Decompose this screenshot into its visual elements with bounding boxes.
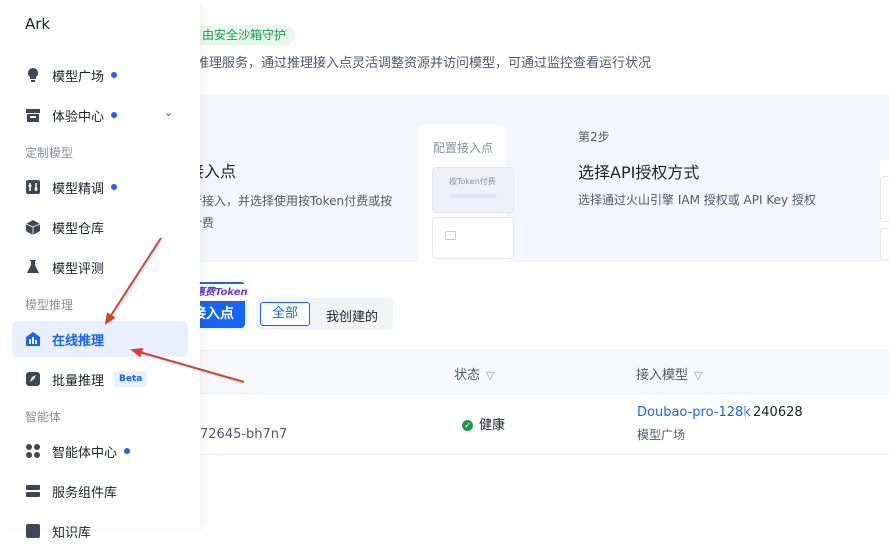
sidebar-item-batch-inference[interactable]: 批量推理 Beta xyxy=(12,361,188,397)
bulb-icon xyxy=(28,68,38,82)
auth-preview-card xyxy=(880,160,889,260)
section-title: 定制模型 xyxy=(25,146,74,160)
page-description: 推理服务，通过推理接入点灵活调整资源并访问模型，可通过监控查看运行状况 xyxy=(196,56,652,71)
column-status: 状态 ▽ xyxy=(454,364,494,383)
config-card-title: 配置接入点 xyxy=(433,141,494,155)
sidebar-item-label: 知识库 xyxy=(52,526,92,541)
step1-text: 行接入，并选择使用按Token付费或按计费 xyxy=(200,194,393,230)
sidebar-item-components[interactable]: 服务组件库 xyxy=(12,473,188,509)
step2-text: 选择通过火山引擎 IAM 授权或 API Key 授权 xyxy=(578,193,816,207)
flask-icon xyxy=(27,260,39,273)
table-header: 状态 ▽ 接入模型 ▽ xyxy=(200,350,889,394)
step2-title: 选择API授权方式 xyxy=(578,163,700,182)
divider xyxy=(745,407,746,419)
config-endpoint-card: 配置接入点 按Token付费 xyxy=(418,125,514,262)
sidebar-item-label: 模型仓库 xyxy=(52,222,105,237)
box-icon xyxy=(26,109,40,122)
rocket-icon xyxy=(26,372,40,386)
sidebar-item-label: 批量推理 xyxy=(52,374,105,389)
step2-label: 第2步 xyxy=(578,130,610,144)
sidebar-item-label: 体验中心 xyxy=(52,110,105,125)
auth-option-b xyxy=(880,228,889,260)
image-icon xyxy=(445,231,456,240)
filter-tabs: 全部 我创建的 xyxy=(256,298,393,330)
token-billing-option: 按Token付费 xyxy=(432,167,514,213)
sidebar-item-online-inference[interactable]: 在线推理 xyxy=(12,321,188,357)
agent-icon xyxy=(26,444,40,458)
status-cell: ✓ 健康 xyxy=(462,414,505,433)
sidebar-item-label: 服务组件库 xyxy=(52,486,118,501)
placeholder-bar xyxy=(449,194,497,198)
sidebar-item-experience-center[interactable]: 体验中心 ⌄ xyxy=(12,97,188,133)
token-billing-label: 按Token付费 xyxy=(449,177,496,186)
model-source: 模型广场 xyxy=(637,428,686,442)
filter-icon[interactable]: ▽ xyxy=(486,369,494,382)
sidebar-item-label: 在线推理 xyxy=(52,334,105,349)
new-dot-badge xyxy=(124,448,130,454)
sidebar-item-label: 模型广场 xyxy=(52,70,105,85)
sidebar: Ark 模型广场 体验中心 ⌄ 定制模型 模型精调 模型仓库 模型评测 模型推理… xyxy=(0,0,200,541)
check-circle-icon: ✓ xyxy=(462,420,473,431)
column-model-label: 接入模型 xyxy=(636,368,689,383)
sidebar-item-fine-tune[interactable]: 模型精调 xyxy=(12,169,188,205)
status-text: 健康 xyxy=(479,418,506,433)
section-title: 智能体 xyxy=(25,410,62,424)
sidebar-item-evaluation[interactable]: 模型评测 xyxy=(12,249,188,285)
table-row: 72645-bh7n7 ✓ 健康 Doubao-pro-128k 240628 模… xyxy=(200,393,889,455)
new-dot-badge xyxy=(111,112,117,118)
app-logo: Ark xyxy=(25,15,51,33)
sidebar-item-agent-center[interactable]: 智能体中心 xyxy=(12,433,188,469)
sandbox-badge: 由安全沙箱守护 xyxy=(188,25,296,45)
column-status-label: 状态 xyxy=(454,368,481,383)
step1-title: 接入点 xyxy=(200,162,237,181)
book-icon xyxy=(26,524,40,538)
section-title: 模型推理 xyxy=(25,298,74,312)
endpoint-id[interactable]: 72645-bh7n7 xyxy=(200,427,287,442)
sidebar-item-model-repo[interactable]: 模型仓库 xyxy=(12,209,188,245)
sidebar-item-knowledge-base[interactable]: 知识库 xyxy=(12,513,188,549)
new-dot-badge xyxy=(111,72,117,78)
onboarding-guide: 接入点 行接入，并选择使用按Token付费或按计费 配置接入点 按Token付费… xyxy=(200,95,889,262)
server-icon xyxy=(26,485,40,497)
inference-icon xyxy=(26,332,40,346)
sidebar-item-label: 模型精调 xyxy=(52,182,105,197)
new-dot-badge xyxy=(111,184,117,190)
chevron-down-icon[interactable]: ⌄ xyxy=(164,106,173,119)
fine-tune-icon xyxy=(26,180,40,194)
sidebar-item-label: 智能体中心 xyxy=(52,446,118,461)
filter-icon[interactable]: ▽ xyxy=(694,369,702,382)
beta-badge: Beta xyxy=(114,371,148,387)
filter-all[interactable]: 全部 xyxy=(260,302,310,326)
auth-option-a xyxy=(880,176,889,222)
sidebar-item-model-square[interactable]: 模型广场 xyxy=(12,57,188,93)
model-version: 240628 xyxy=(753,405,803,420)
model-name-link[interactable]: Doubao-pro-128k xyxy=(637,405,751,420)
cube-icon xyxy=(25,220,41,235)
image-option xyxy=(432,217,514,259)
sidebar-item-label: 模型评测 xyxy=(52,262,105,277)
column-model: 接入模型 ▽ xyxy=(636,364,702,383)
filter-mine[interactable]: 我创建的 xyxy=(326,306,378,325)
